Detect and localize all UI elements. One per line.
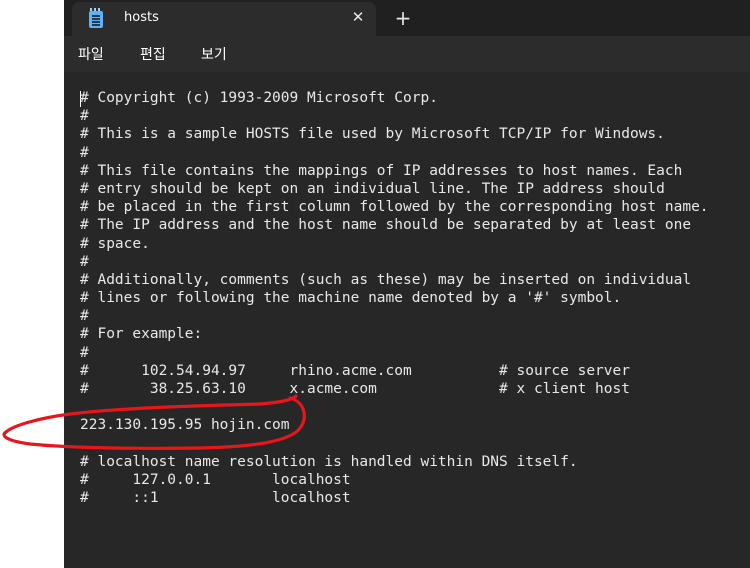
editor-line: # [80, 144, 89, 161]
title-bar: hosts ✕ + [64, 0, 750, 36]
editor-line: # [80, 108, 89, 125]
editor-line: # localhost name resolution is handled w… [80, 453, 578, 470]
menu-view[interactable]: 보기 [201, 44, 227, 64]
editor-line: # Additionally, comments (such as these)… [80, 271, 692, 288]
editor-line [80, 435, 709, 453]
notepad-window: hosts ✕ + 파일 편집 보기 # Copyright (c) 1993-… [64, 0, 750, 568]
editor-line: # [80, 344, 89, 361]
editor-line: # 102.54.94.97 rhino.acme.com # source s… [80, 362, 630, 379]
menu-file[interactable]: 파일 [78, 44, 104, 64]
text-editor[interactable]: # Copyright (c) 1993-2009 Microsoft Corp… [64, 72, 750, 568]
menu-bar: 파일 편집 보기 [64, 36, 750, 72]
editor-line: # This is a sample HOSTS file used by Mi… [80, 126, 665, 143]
tab-title: hosts [124, 10, 159, 25]
plus-icon[interactable]: + [392, 7, 414, 29]
editor-line: # This file contains the mappings of IP … [80, 162, 683, 179]
editor-line: 223.130.195.95 hojin.com [80, 417, 290, 434]
editor-line: # be placed in the first column followed… [80, 199, 709, 216]
tab-hosts[interactable]: hosts ✕ [72, 2, 376, 36]
editor-line: # The IP address and the host name shoul… [80, 217, 692, 234]
editor-line [80, 398, 709, 416]
notepad-icon [89, 8, 103, 28]
close-icon[interactable]: ✕ [348, 7, 368, 27]
editor-line: # space. [80, 235, 150, 252]
editor-line: # ::1 localhost [80, 490, 351, 507]
editor-line: # [80, 308, 89, 325]
editor-line: # Copyright (c) 1993-2009 Microsoft Corp… [80, 90, 438, 106]
editor-line: # For example: [80, 326, 203, 343]
menu-edit[interactable]: 편집 [140, 44, 166, 64]
editor-line: # 127.0.0.1 localhost [80, 471, 351, 488]
editor-line: # entry should be kept on an individual … [80, 180, 665, 197]
editor-line: # lines or following the machine name de… [80, 290, 622, 307]
editor-line: # [80, 253, 89, 270]
editor-line: # 38.25.63.10 x.acme.com # x client host [80, 381, 630, 397]
editor-lines: # Copyright (c) 1993-2009 Microsoft Corp… [80, 89, 709, 507]
